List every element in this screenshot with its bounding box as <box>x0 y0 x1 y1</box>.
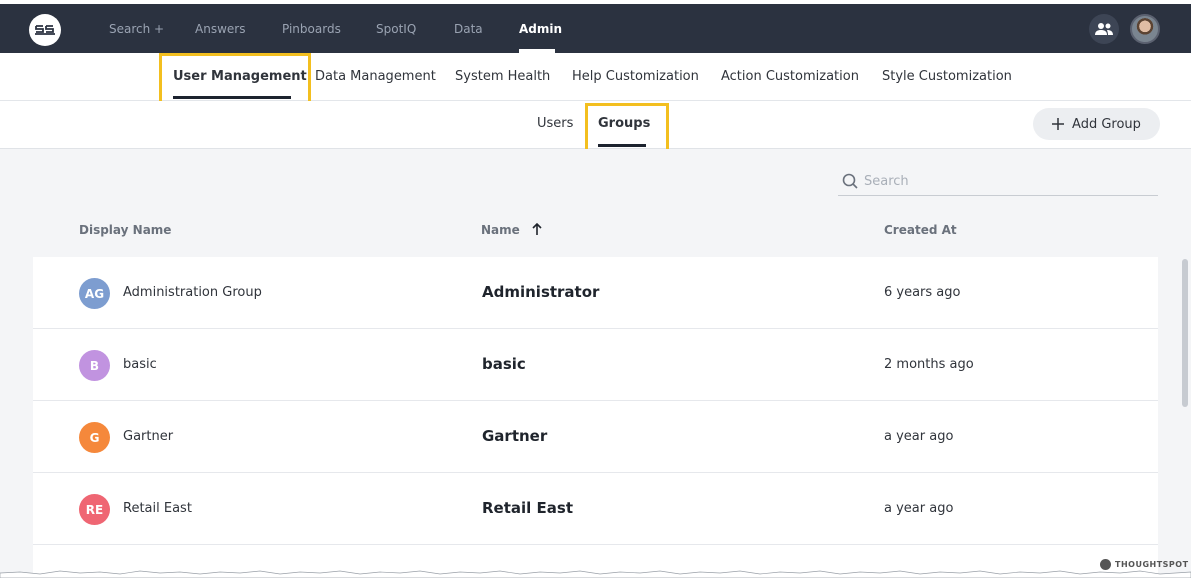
created-at: a year ago <box>884 501 954 516</box>
sort-ascending-icon <box>532 222 542 235</box>
display-name: Retail East <box>123 501 192 516</box>
search-box <box>838 167 1158 196</box>
group-name: Administrator <box>482 283 600 301</box>
top-nav: Search + Answers Pinboards SpotIQ Data A… <box>0 0 1191 53</box>
plus-icon <box>1052 118 1065 130</box>
nav-spotiq[interactable]: SpotIQ <box>376 22 416 36</box>
nav-answers[interactable]: Answers <box>195 22 245 36</box>
scrollbar[interactable] <box>1182 259 1188 407</box>
people-button[interactable] <box>1089 14 1119 44</box>
tab-style-customization[interactable]: Style Customization <box>882 69 1012 84</box>
group-name: basic <box>482 355 526 373</box>
group-badge: G <box>79 422 110 453</box>
group-badge: B <box>79 350 110 381</box>
table-row[interactable]: G Gartner Gartner a year ago <box>33 401 1158 473</box>
group-badge: AG <box>79 278 110 309</box>
thoughtspot-logo[interactable] <box>29 14 61 46</box>
display-name: Gartner <box>123 429 174 444</box>
sub-tabs: Users Groups Add Group <box>0 101 1191 158</box>
column-display-name[interactable]: Display Name <box>79 223 171 237</box>
table-row[interactable]: B basic basic 2 months ago <box>33 329 1158 401</box>
nav-admin[interactable]: Admin <box>519 22 562 36</box>
tab-users[interactable]: Users <box>537 116 573 131</box>
nav-search[interactable]: Search + <box>109 22 164 36</box>
admin-tabs: User Management Data Management System H… <box>0 53 1191 106</box>
tab-system-health[interactable]: System Health <box>455 69 550 84</box>
add-group-label: Add Group <box>1072 116 1141 132</box>
people-icon <box>1095 23 1113 35</box>
nav-pinboards[interactable]: Pinboards <box>282 22 341 36</box>
display-name: Administration Group <box>123 285 262 300</box>
group-name: Gartner <box>482 427 548 445</box>
display-name: basic <box>123 357 157 372</box>
created-at: 6 years ago <box>884 285 961 300</box>
column-name[interactable]: Name <box>481 222 542 237</box>
table-row[interactable]: AG Administration Group Administrator 6 … <box>33 257 1158 329</box>
user-avatar[interactable] <box>1130 14 1160 44</box>
table-row[interactable]: RE Retail East Retail East a year ago <box>33 473 1158 545</box>
search-icon <box>842 173 858 189</box>
tab-help-customization[interactable]: Help Customization <box>572 69 699 84</box>
created-at: a year ago <box>884 429 954 444</box>
brand-name: THOUGHTSPOT <box>1115 560 1189 569</box>
logo-icon <box>35 25 55 35</box>
search-input[interactable] <box>864 173 1144 189</box>
tab-action-customization[interactable]: Action Customization <box>721 69 859 84</box>
user-management-highlight <box>159 53 311 106</box>
column-name-label: Name <box>481 223 520 237</box>
created-at: 2 months ago <box>884 357 974 372</box>
group-name: Retail East <box>482 499 573 517</box>
torn-edge <box>0 570 1191 578</box>
group-badge: RE <box>79 494 110 525</box>
groups-table: AG Administration Group Administrator 6 … <box>33 257 1158 578</box>
tab-data-management[interactable]: Data Management <box>315 69 436 84</box>
nav-data[interactable]: Data <box>454 22 483 36</box>
column-created-at[interactable]: Created At <box>884 223 957 237</box>
groups-panel: Display Name Name Created At AG Administ… <box>0 149 1191 578</box>
add-group-button[interactable]: Add Group <box>1033 108 1160 140</box>
